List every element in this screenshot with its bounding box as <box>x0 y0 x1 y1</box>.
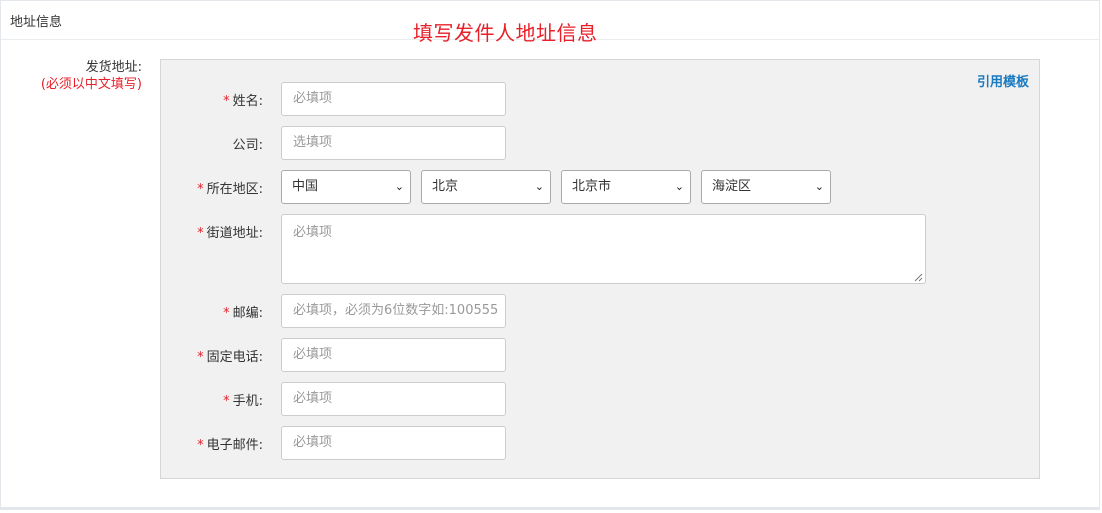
postcode-label: * 邮编: <box>223 306 263 321</box>
required-mark: * <box>197 438 204 453</box>
chinese-only-note: (必须以中文填写) <box>40 77 142 92</box>
required-mark: * <box>197 182 204 197</box>
country-select[interactable]: 中国 ⌄ <box>281 170 411 204</box>
street-placeholder: 必填项 <box>293 225 333 240</box>
mobile-label: * 手机: <box>223 394 263 409</box>
ship-from-label-group: 发货地址: (必须以中文填写) <box>41 59 142 93</box>
city-select[interactable]: 北京市 ⌄ <box>561 170 691 204</box>
use-template-link[interactable]: 引用模板 <box>977 71 1029 90</box>
postcode-input[interactable]: 必填项，必须为6位数字如:100555 <box>281 294 506 328</box>
region-label: * 所在地区: <box>197 182 263 197</box>
email-input[interactable]: 必填项 <box>281 426 506 460</box>
resize-grip-icon[interactable] <box>914 273 923 282</box>
street-label: * 街道地址: <box>197 226 263 241</box>
phone-input[interactable]: 必填项 <box>281 338 506 372</box>
chevron-down-icon: ⌄ <box>534 180 544 193</box>
street-textarea[interactable]: 必填项 <box>281 214 926 284</box>
province-select[interactable]: 北京 ⌄ <box>421 170 551 204</box>
required-mark: * <box>197 350 204 365</box>
province-select-value: 北京 <box>432 179 459 194</box>
company-input[interactable]: 选填项 <box>281 126 506 160</box>
company-label: 公司: <box>232 138 263 153</box>
required-mark: * <box>223 94 230 109</box>
mobile-input[interactable]: 必填项 <box>281 382 506 416</box>
ship-from-label: 发货地址: <box>85 60 142 75</box>
chevron-down-icon: ⌄ <box>814 180 824 193</box>
email-label: * 电子邮件: <box>197 438 263 453</box>
required-mark: * <box>197 226 204 241</box>
required-mark: * <box>223 394 230 409</box>
chevron-down-icon: ⌄ <box>394 180 404 193</box>
district-select-value: 海淀区 <box>712 179 752 194</box>
chevron-down-icon: ⌄ <box>674 180 684 193</box>
annotation-text: 填写发件人地址信息 <box>413 21 598 45</box>
name-input[interactable]: 必填项 <box>281 82 506 116</box>
country-select-value: 中国 <box>292 179 319 194</box>
district-select[interactable]: 海淀区 ⌄ <box>701 170 831 204</box>
required-mark: * <box>223 306 230 321</box>
phone-label: * 固定电话: <box>197 350 263 365</box>
panel-title: 地址信息 <box>10 15 63 30</box>
city-select-value: 北京市 <box>572 179 612 194</box>
name-label: * 姓名: <box>223 94 263 109</box>
address-form: 引用模板 * 姓名: 必填项 公司: 选填项 * 所在地区: 中国 ⌄ 北京 ⌄ 北… <box>160 59 1040 479</box>
